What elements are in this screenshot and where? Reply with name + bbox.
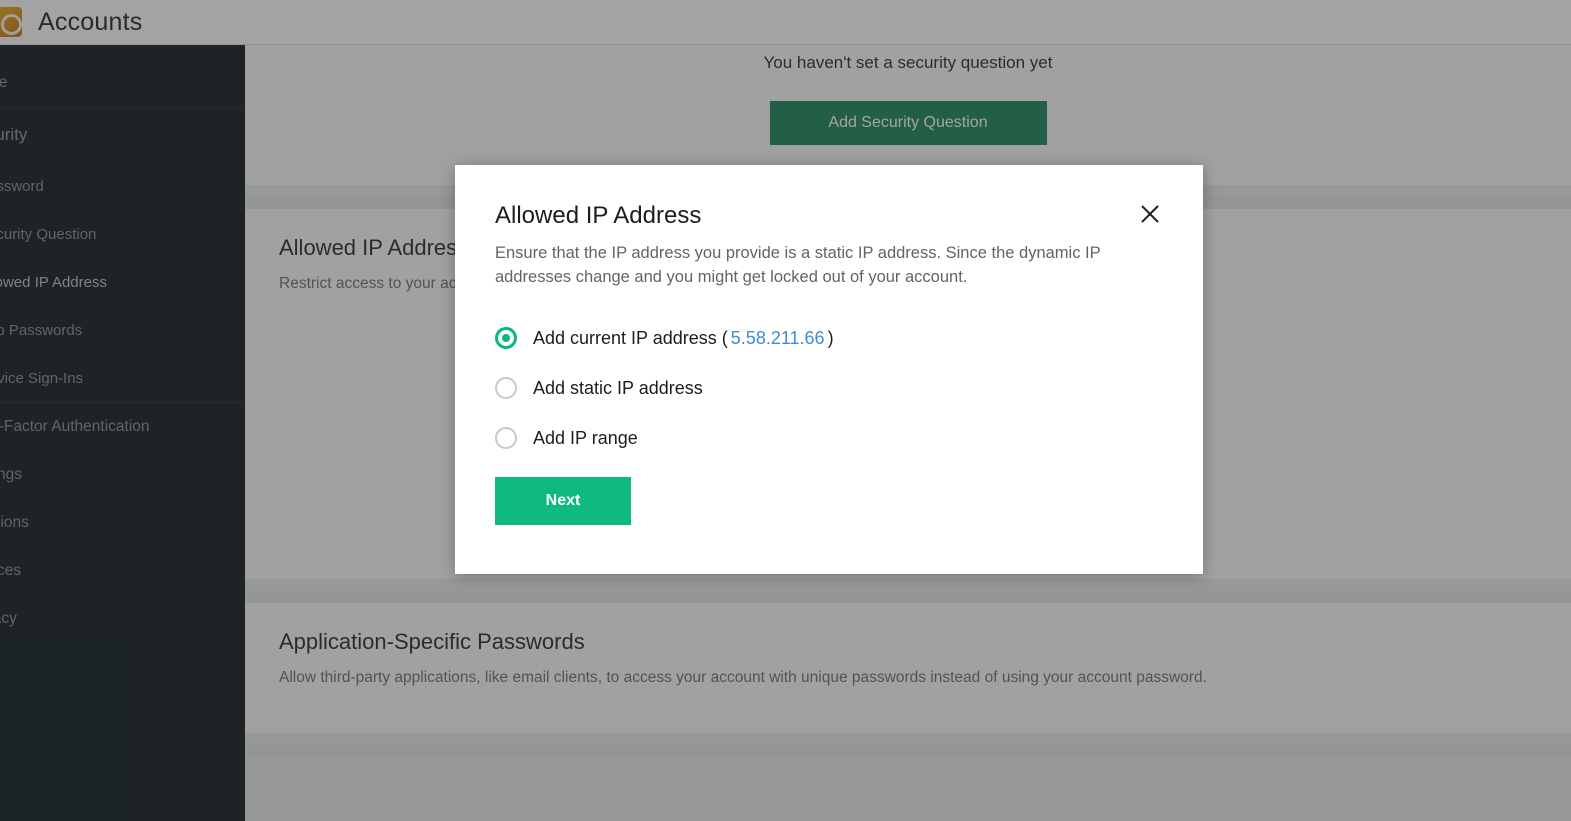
radio-option-label: Add static IP address	[533, 377, 703, 398]
radio-option-add-static-ip[interactable]: Add static IP address	[495, 363, 1163, 413]
radio-option-add-current-ip[interactable]: Add current IP address (5.58.211.66)	[495, 313, 1163, 363]
radio-icon-unselected[interactable]	[495, 427, 517, 450]
paren-close: )	[827, 327, 834, 348]
allowed-ip-address-dialog: Allowed IP Address Ensure that the IP ad…	[455, 165, 1203, 574]
next-button[interactable]: Next	[495, 477, 631, 526]
radio-option-label: Add IP range	[533, 427, 638, 448]
dialog-description: Ensure that the IP address you provide i…	[495, 244, 1101, 286]
dialog-title: Allowed IP Address	[495, 202, 702, 229]
radio-icon-selected[interactable]	[495, 327, 517, 350]
radio-icon-unselected[interactable]	[495, 377, 517, 400]
app-root: Accounts Home Security Password Security…	[0, 0, 1571, 821]
radio-option-add-ip-range[interactable]: Add IP range	[495, 413, 1163, 463]
close-icon[interactable]	[1135, 199, 1165, 229]
current-ip-address-value[interactable]: 5.58.211.66	[731, 328, 825, 348]
paren-open: (	[721, 327, 728, 348]
radio-option-text: Add current IP address	[533, 327, 717, 348]
ip-option-radio-group: Add current IP address (5.58.211.66) Add…	[495, 313, 1163, 463]
radio-option-label: Add current IP address (5.58.211.66)	[533, 328, 834, 349]
